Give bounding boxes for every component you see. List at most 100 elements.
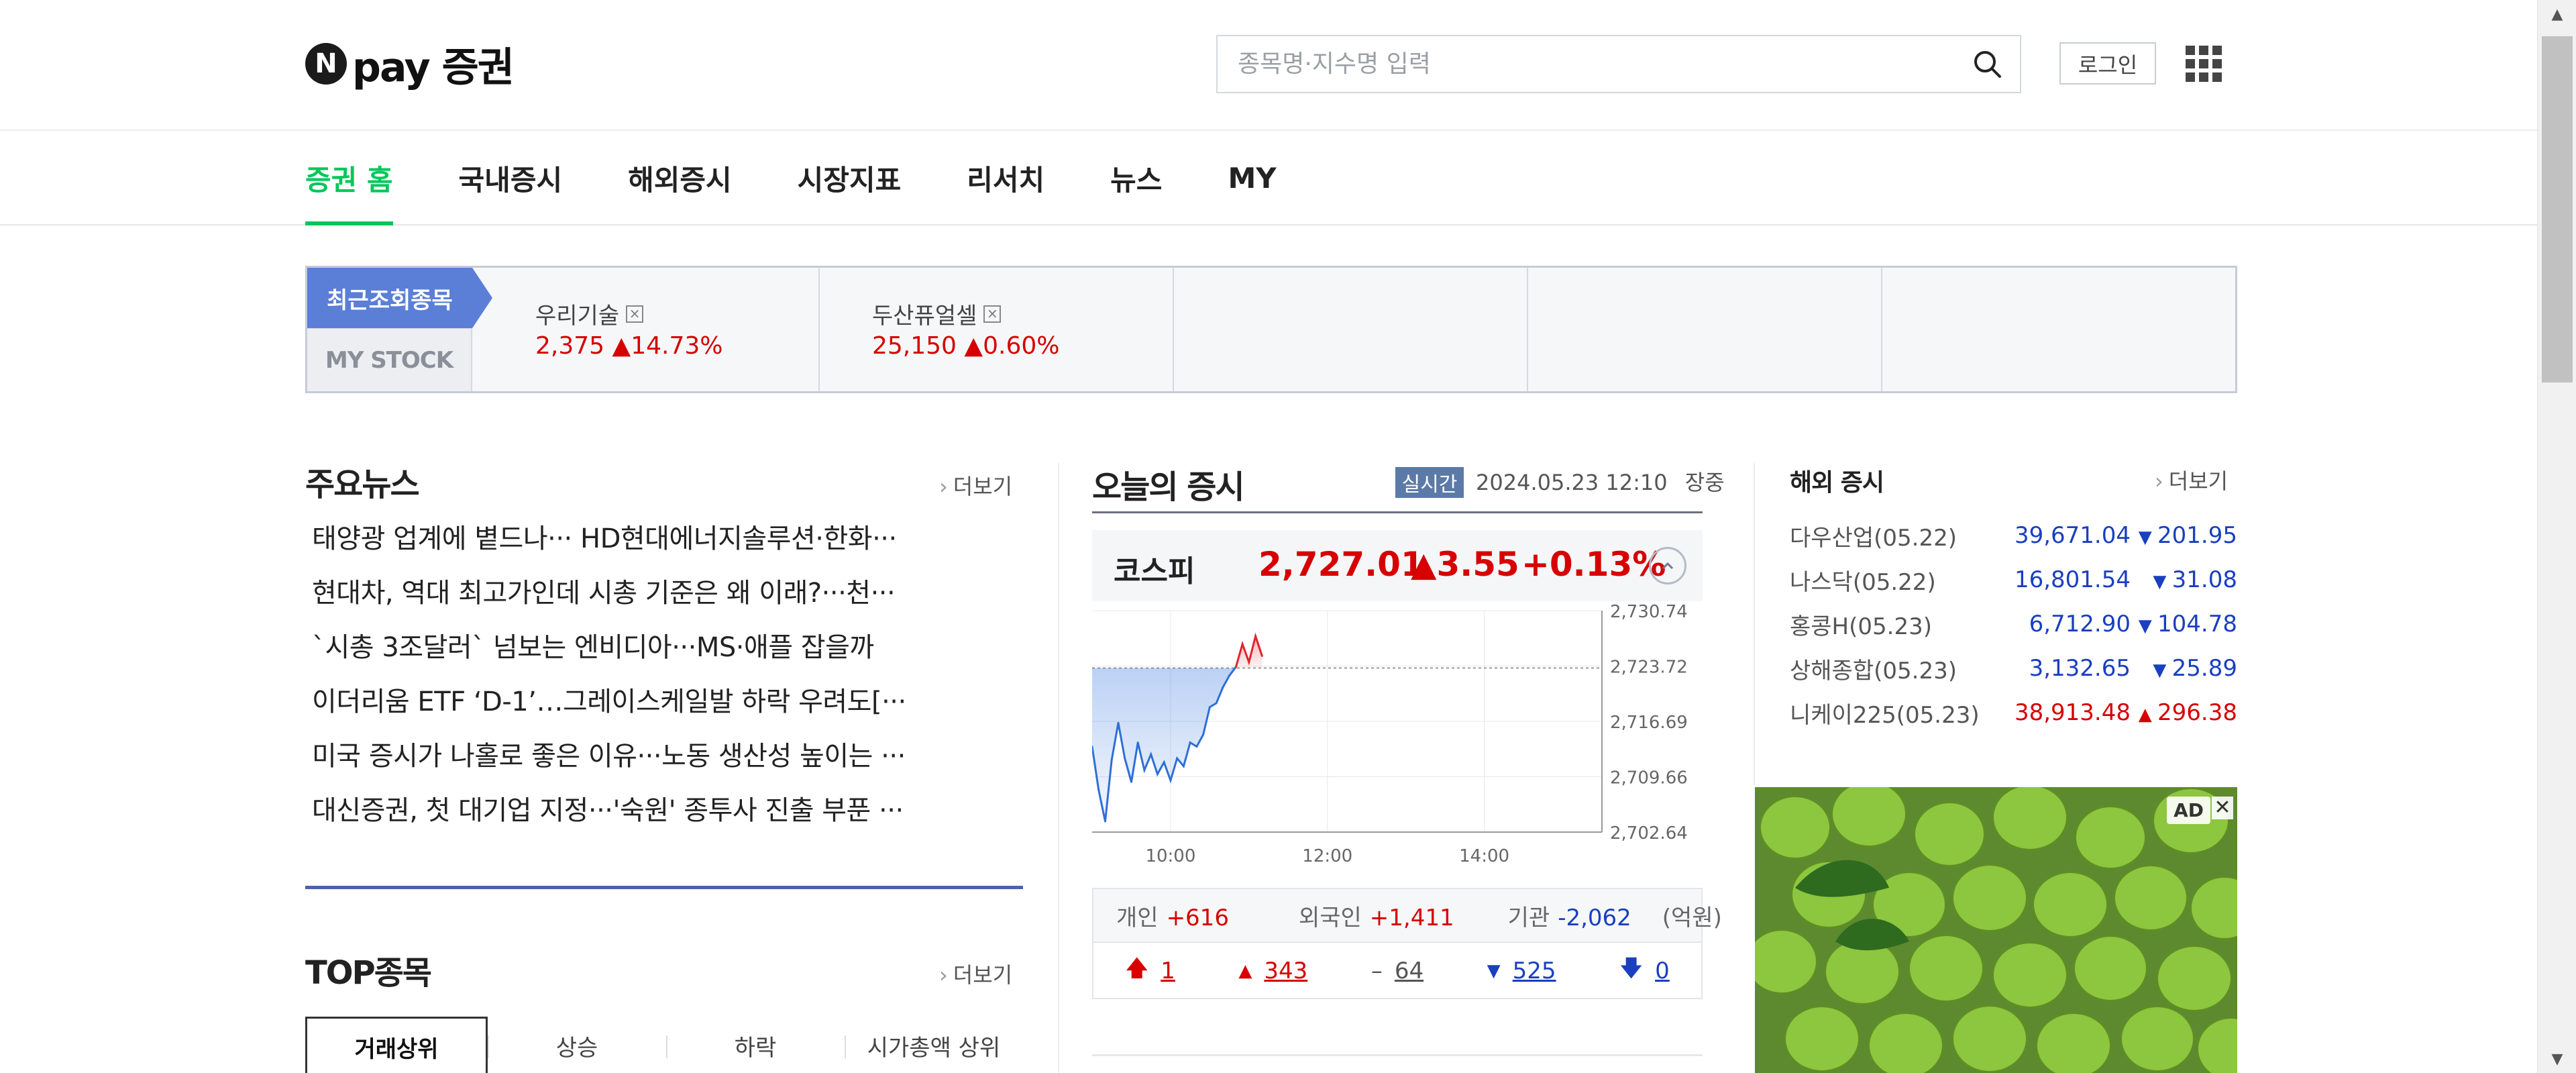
index-name: 니케이225(05.23) — [1790, 701, 1980, 729]
search-icon[interactable] — [1969, 46, 2006, 83]
news-item[interactable]: 대신증권, 첫 대기업 지정···'숙원' 종투사 진출 부푼 ··· — [312, 788, 1010, 843]
nav-news[interactable]: 뉴스 — [1110, 132, 1162, 224]
y-tick-label: 2,709.66 — [1610, 768, 1688, 788]
fall-count[interactable]: ▼ 525 — [1487, 958, 1556, 984]
nav-overseas[interactable]: 해외증시 — [628, 132, 732, 224]
nav-market-index[interactable]: 시장지표 — [798, 132, 902, 224]
data-point — [1202, 733, 1205, 736]
search-input[interactable] — [1218, 36, 1955, 92]
remove-icon[interactable]: × — [983, 305, 1002, 323]
data-point — [1228, 674, 1231, 677]
ad-close-icon[interactable]: ✕ — [2212, 797, 2233, 819]
data-point — [1136, 742, 1139, 744]
data-point — [1104, 820, 1106, 823]
overseas-more-link[interactable]: 더보기 — [2155, 464, 2228, 495]
app-menu-icon[interactable] — [2186, 46, 2222, 82]
data-point — [1143, 769, 1146, 772]
scrollbar-thumb[interactable] — [2542, 36, 2573, 382]
empty-slot — [1528, 268, 1882, 391]
market-datetime: 2024.05.23 12:10 — [1476, 470, 1668, 495]
count-value: 64 — [1394, 958, 1424, 984]
flat-count[interactable]: –64 — [1371, 958, 1424, 984]
overseas-index-row[interactable]: 나스닥(05.22) 16,801.54 ▼ 31.08 — [1790, 558, 2237, 602]
nav-domestic[interactable]: 국내증시 — [459, 132, 563, 224]
kospi-summary[interactable]: 코스피 2,727.01 ▲3.55 +0.13% — [1092, 530, 1703, 601]
data-point — [1195, 745, 1198, 748]
index-name: 다우산업(05.22) — [1790, 524, 1957, 552]
logo[interactable]: N pay 증권 — [305, 39, 515, 91]
market-title: 오늘의 증시 — [1092, 468, 1245, 506]
nav-my[interactable]: MY — [1228, 132, 1276, 224]
investor-individual: 개인 +616 — [1116, 899, 1229, 932]
data-point — [1248, 661, 1250, 664]
overseas-index-row[interactable]: 니케이225(05.23) 38,913.48 ▲ 296.38 — [1790, 691, 2237, 735]
data-point — [1208, 706, 1211, 709]
kospi-intraday-chart: 2,730.74 2,723.72 2,716.69 2,709.66 2,702.64… — [1092, 602, 1688, 866]
overseas-index-row[interactable]: 홍콩H(05.23) 6,712.90 ▼ 104.78 — [1790, 602, 2237, 646]
column-divider — [1754, 463, 1755, 785]
y-tick-label: 2,702.64 — [1610, 823, 1688, 844]
index-change: ▲ 296.38 — [2131, 699, 2237, 726]
count-value: 1 — [1161, 958, 1175, 984]
index-change-value: 104.78 — [2157, 611, 2237, 637]
top-stocks-more-link[interactable]: 더보기 — [939, 958, 1012, 989]
nav-home[interactable]: 증권 홈 — [305, 132, 393, 225]
tab-fall[interactable]: 하락 — [666, 1017, 845, 1073]
data-point — [1110, 758, 1113, 761]
investor-value: -2,062 — [1558, 904, 1631, 931]
ad-image — [1755, 787, 2237, 1073]
news-item[interactable]: `시총 3조달러` 넘보는 엔비디아···MS·애플 잡을까 — [312, 625, 1010, 680]
tab-volume[interactable]: 거래상위 — [305, 1017, 488, 1073]
count-value: 0 — [1655, 958, 1670, 984]
scroll-up-icon[interactable]: ▲ — [2538, 0, 2576, 27]
x-tick-label: 10:00 — [1145, 846, 1195, 866]
tab-my-stock[interactable]: MY STOCK — [307, 328, 472, 391]
nav-research[interactable]: 리서치 — [967, 132, 1044, 224]
investor-row: 개인 +616 외국인 +1,411 기관 -2,062 (억원) — [1093, 889, 1722, 943]
up-arrow-icon: ▲ — [964, 332, 983, 360]
overseas-index-row[interactable]: 상해종합(05.23) 3,132.65 ▼ 25.89 — [1790, 646, 2237, 691]
tab-market-cap[interactable]: 시가총액 상위 — [845, 1017, 1023, 1073]
investor-foreign: 외국인 +1,411 — [1299, 899, 1454, 932]
market-datetime-group: 2024.05.23 12:10 장중 — [1476, 467, 1725, 498]
news-item[interactable]: 미국 증시가 나홀로 좋은 이유···노동 생산성 높이는 ··· — [312, 734, 1010, 788]
index-change: ▼ 104.78 — [2131, 611, 2237, 637]
flat-dash-icon: – — [1371, 958, 1383, 984]
investor-label: 개인 — [1116, 904, 1159, 931]
investor-institution: 기관 -2,062 — [1508, 899, 1631, 932]
data-point — [1117, 721, 1120, 724]
news-item[interactable]: 현대차, 역대 최고가인데 시총 기준은 왜 이래?···천··· — [312, 571, 1010, 625]
overseas-index-list: 다우산업(05.22) 39,671.04 ▼ 201.95 나스닥(05.22) 1… — [1790, 513, 2237, 735]
data-point — [1176, 757, 1179, 760]
index-name: 나스닥(05.22) — [1790, 568, 1936, 596]
news-more-link[interactable]: 더보기 — [939, 470, 1012, 501]
news-list: 태양광 업계에 볕드나··· HD현대에너지솔루션·한화··· 현대차, 역대 … — [312, 517, 1010, 843]
collapse-toggle-icon[interactable] — [1649, 547, 1686, 584]
index-price: 3,132.65 — [2029, 655, 2131, 682]
news-item[interactable]: 태양광 업계에 볕드나··· HD현대에너지솔루션·한화··· — [312, 517, 1010, 571]
data-point — [1215, 702, 1218, 705]
recent-stock-item[interactable]: 우리기술 × 2,375 ▲14.73% — [472, 268, 820, 391]
lower-limit-count[interactable]: 🡇 0 — [1619, 952, 1670, 990]
up-triangle-icon: ▲ — [1238, 961, 1252, 981]
y-tick-label: 2,716.69 — [1610, 713, 1688, 733]
scrollbar[interactable]: ▲ ▼ — [2537, 0, 2576, 1073]
realtime-badge: 실시간 — [1395, 467, 1464, 498]
rise-count[interactable]: ▲ 343 — [1238, 958, 1307, 984]
index-name: 홍콩H(05.23) — [1790, 613, 1932, 640]
tab-rise[interactable]: 상승 — [488, 1017, 666, 1073]
tab-recent-stocks[interactable]: 최근조회종목 — [307, 268, 492, 328]
remove-icon[interactable]: × — [626, 305, 644, 323]
data-point — [1182, 765, 1185, 768]
news-item[interactable]: 이더리움 ETF ‘D-1’…그레이스케일발 하락 우려도[··· — [312, 680, 1010, 734]
advertisement[interactable]: AD ✕ — [1755, 787, 2237, 1073]
upper-limit-count[interactable]: 🡅 1 — [1125, 952, 1175, 990]
overseas-index-row[interactable]: 다우산업(05.22) 39,671.04 ▼ 201.95 — [1790, 513, 2237, 558]
index-change-value: 31.08 — [2171, 566, 2237, 593]
index-name: 코스피 — [1114, 554, 1195, 589]
recent-stock-item[interactable]: 두산퓨얼셀 × 25,150 ▲0.60% — [820, 268, 1174, 391]
data-point — [1222, 686, 1224, 688]
login-button[interactable]: 로그인 — [2059, 42, 2156, 85]
scroll-down-icon[interactable]: ▼ — [2538, 1046, 2576, 1073]
up-arrow-icon: ▲ — [612, 332, 631, 360]
